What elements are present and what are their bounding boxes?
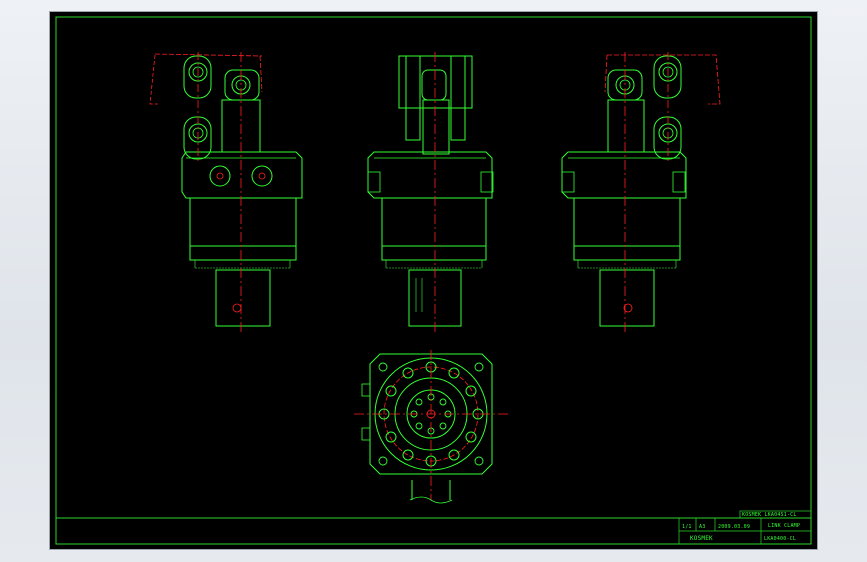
front-left-view xyxy=(149,52,303,332)
title-block-drawing-number: LKA0400-CL xyxy=(764,536,797,542)
bottom-view xyxy=(354,350,508,504)
title-block-date: 2009.03.09 xyxy=(718,524,751,530)
front-right-view xyxy=(561,52,721,332)
front-view xyxy=(367,52,494,332)
title-block-code: KOSMEK LKA04S1-CL xyxy=(742,512,797,518)
title-block-scale: 1/1 xyxy=(682,524,692,530)
drawing-sheet: KOSMEK LKA04S1-CL 1/1 A3 2009.03.09 LINK… xyxy=(50,12,817,549)
title-block-title: LINK CLAMP xyxy=(768,523,801,529)
drawing-canvas xyxy=(55,16,812,545)
title-block-company: KOSMEK xyxy=(690,535,713,542)
cad-viewport[interactable]: KOSMEK LKA04S1-CL 1/1 A3 2009.03.09 LINK… xyxy=(0,0,867,562)
title-block-size: A3 xyxy=(699,524,706,530)
